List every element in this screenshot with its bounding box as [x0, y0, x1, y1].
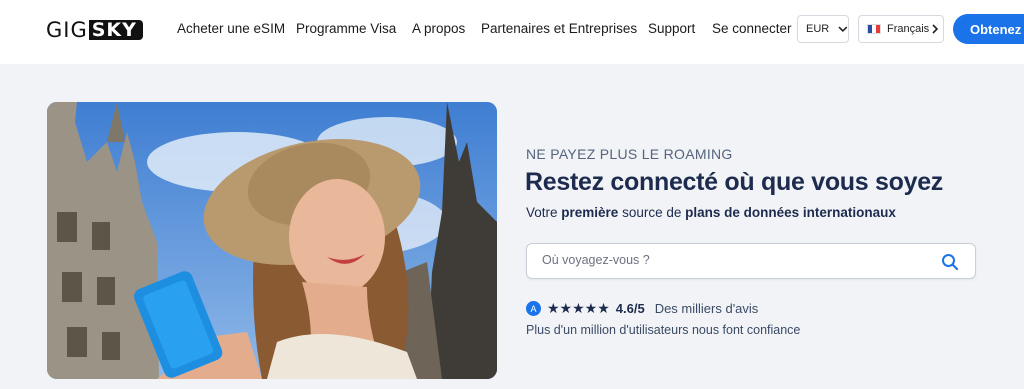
- nav-login[interactable]: Se connecter: [712, 21, 792, 36]
- rating-score: 4.6/5: [615, 301, 645, 316]
- logo-text-gig: GIG: [46, 18, 88, 42]
- nav-about[interactable]: A propos: [412, 21, 465, 36]
- site-header: GIG SKY Acheter une eSIM Programme Visa A…: [0, 0, 1024, 64]
- currency-select[interactable]: EUR: [797, 15, 849, 43]
- rating-reviews: Des milliers d'avis: [654, 301, 759, 316]
- trust-text: Plus d'un million d'utilisateurs nous fo…: [526, 323, 801, 337]
- hero-subline: Votre première source de plans de donnée…: [526, 205, 896, 220]
- hero-kicker: NE PAYEZ PLUS LE ROAMING: [526, 146, 733, 162]
- subline-bold-2: plans de données internationaux: [685, 205, 896, 220]
- france-flag-icon: [867, 24, 881, 34]
- language-select[interactable]: Français: [858, 15, 944, 43]
- rating-stars: ★★★★★: [547, 300, 610, 316]
- hero-illustration: [47, 102, 497, 379]
- destination-search[interactable]: [526, 243, 976, 279]
- hero-image: [47, 102, 497, 379]
- language-value: Français: [887, 23, 930, 35]
- nav-buy-esim[interactable]: Acheter une eSIM: [177, 21, 285, 36]
- chevron-down-icon: [838, 26, 848, 33]
- app-store-icon: A: [526, 301, 541, 316]
- destination-search-input[interactable]: [542, 253, 922, 267]
- nav-support[interactable]: Support: [648, 21, 695, 36]
- get-esim-button[interactable]: Obtenez: [953, 14, 1024, 44]
- gigsky-logo[interactable]: GIG SKY: [46, 19, 143, 41]
- subline-text-1: Votre: [526, 205, 562, 220]
- subline-bold-1: première: [561, 205, 619, 220]
- rating-row: A ★★★★★ 4.6/5 Des milliers d'avis: [526, 300, 758, 317]
- nav-partners[interactable]: Partenaires et Entreprises: [481, 21, 637, 36]
- logo-text-sky: SKY: [88, 20, 143, 40]
- hero-headline: Restez connecté où que vous soyez: [525, 168, 943, 196]
- chevron-right-icon: [932, 24, 939, 34]
- subline-text-2: source de: [618, 205, 686, 220]
- search-icon[interactable]: [941, 253, 959, 271]
- currency-value: EUR: [806, 23, 830, 35]
- nav-visa-program[interactable]: Programme Visa: [296, 21, 396, 36]
